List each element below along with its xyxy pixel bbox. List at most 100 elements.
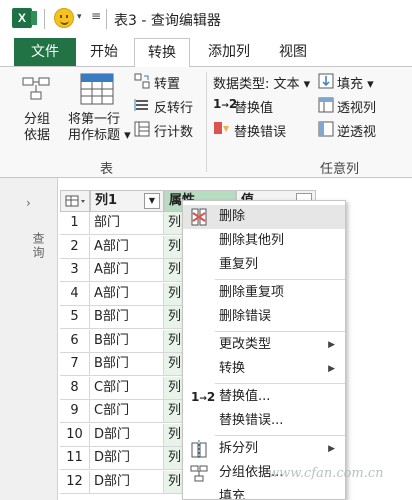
row-number-cell[interactable]: 6 [60, 330, 90, 353]
replace-errors-icon [214, 122, 229, 134]
pivot-column-button[interactable]: 透视列 [337, 97, 376, 116]
menu-item-delete-other-columns[interactable]: 删除其他列 [183, 229, 345, 253]
menu-label-remove-errors: 删除错误 [219, 309, 272, 324]
row-number-cell[interactable]: 8 [60, 377, 90, 400]
menu-separator [215, 331, 345, 332]
tab-view[interactable]: 视图 [268, 38, 318, 66]
col1-cell[interactable]: B部门 [90, 306, 164, 329]
menu-item-remove-duplicates[interactable]: 删除重复项 [183, 281, 345, 305]
menu-label-delete-others: 删除其他列 [219, 233, 285, 248]
menu-item-duplicate-column[interactable]: 重复列 [183, 253, 345, 277]
menu-label-remove-duplicates: 删除重复项 [219, 285, 285, 300]
menu-label-replace-errors: 替换错误... [219, 413, 284, 428]
expand-navigator-chevron-icon[interactable]: › [26, 196, 31, 210]
first-row-label-line2: 用作标题 ▾ [68, 128, 131, 143]
col1-cell[interactable]: B部门 [90, 330, 164, 353]
smiley-feedback-icon[interactable] [54, 8, 74, 28]
group-label-any-column: 任意列 [320, 162, 360, 177]
watermark: www.cfan.com.cn [268, 466, 384, 481]
group-by-icon [22, 77, 50, 100]
group-by-label-line2: 依据 [24, 128, 51, 143]
excel-app-icon[interactable]: X [12, 8, 37, 28]
group-by-label-line1: 分组 [24, 112, 51, 127]
menu-item-fill[interactable]: 填充 [183, 485, 345, 500]
menu-item-delete[interactable]: 删除 [183, 205, 345, 229]
menu-label-transform: 转换 [219, 361, 246, 376]
submenu-arrow-icon: ▶ [328, 340, 335, 350]
row-number-cell[interactable]: 4 [60, 283, 90, 306]
tab-transform[interactable]: 转换 [134, 38, 190, 67]
col1-cell[interactable]: A部门 [90, 259, 164, 282]
col1-cell[interactable]: A部门 [90, 283, 164, 306]
table-corner-menu[interactable] [60, 190, 90, 212]
col1-cell[interactable]: B部门 [90, 353, 164, 376]
queries-navigator-pane[interactable] [0, 178, 58, 500]
group-by-button[interactable]: 分组 依据 [24, 112, 50, 144]
menu-separator [215, 279, 345, 280]
col1-cell[interactable]: C部门 [90, 377, 164, 400]
first-row-label-line1: 将第一行 [68, 112, 121, 127]
first-row-header-icon [80, 73, 114, 105]
col1-cell[interactable]: D部门 [90, 424, 164, 447]
row-number-cell[interactable]: 9 [60, 400, 90, 423]
menu-label-split-column: 拆分列 [219, 441, 259, 456]
col1-cell[interactable]: 部门 [90, 212, 164, 235]
replace-errors-button[interactable]: 替换错误 [234, 121, 286, 140]
col1-cell[interactable]: C部门 [90, 400, 164, 423]
col1-cell[interactable]: D部门 [90, 471, 164, 494]
menu-separator [215, 383, 345, 384]
count-rows-button[interactable]: 行计数 [154, 121, 193, 140]
menu-item-remove-errors[interactable]: 删除错误 [183, 305, 345, 329]
reverse-rows-button[interactable]: 反转行 [154, 97, 193, 116]
row-number-cell[interactable]: 2 [60, 236, 90, 259]
fill-icon [318, 73, 334, 89]
tab-home[interactable]: 开始 [80, 38, 128, 66]
menu-item-change-type[interactable]: 更改类型 ▶ [183, 333, 345, 357]
col1-header-label: 列1 [95, 193, 118, 208]
submenu-arrow-icon: ▶ [328, 364, 335, 374]
menu-label-fill: 填充 [219, 489, 246, 500]
submenu-arrow-icon: ▶ [328, 444, 335, 454]
menu-item-split-column[interactable]: 拆分列 ▶ [183, 437, 345, 461]
menu-item-replace-errors[interactable]: 替换错误... [183, 409, 345, 433]
unpivot-button[interactable]: 逆透视 [337, 121, 376, 140]
delete-column-icon [191, 208, 207, 226]
fill-button[interactable]: 填充 ▾ [337, 73, 374, 92]
row-number-cell[interactable]: 7 [60, 353, 90, 376]
count-rows-icon [134, 121, 150, 137]
col1-cell[interactable]: D部门 [90, 447, 164, 470]
smiley-dropdown-caret-icon[interactable]: ▾ [77, 12, 82, 22]
transpose-button[interactable]: 转置 [154, 73, 180, 92]
row-number-cell[interactable]: 5 [60, 306, 90, 329]
row-number-cell[interactable]: 1 [60, 212, 90, 235]
menu-separator [215, 435, 345, 436]
column-header-col1[interactable]: 列1 ▼ [90, 190, 164, 212]
menu-label-change-type: 更改类型 [219, 337, 272, 352]
col1-filter-dropdown-icon[interactable]: ▼ [144, 193, 160, 209]
menu-label-delete: 删除 [219, 209, 246, 224]
replace-values-button[interactable]: 替换值 [234, 97, 273, 116]
title-separator [106, 9, 107, 29]
menu-item-transform[interactable]: 转换 ▶ [183, 357, 345, 381]
pivot-column-icon [318, 97, 334, 113]
col1-cell[interactable]: A部门 [90, 236, 164, 259]
transpose-icon [134, 73, 150, 89]
quick-access-menu-icon[interactable]: ≡ [91, 9, 101, 23]
data-type-dropdown[interactable]: 数据类型: 文本 ▾ [213, 73, 310, 92]
reverse-rows-icon [134, 99, 148, 111]
use-first-row-as-headers-button[interactable]: 将第一行 用作标题 ▾ [68, 112, 131, 144]
row-number-cell[interactable]: 3 [60, 259, 90, 282]
row-number-cell[interactable]: 10 [60, 424, 90, 447]
unpivot-icon [318, 121, 334, 137]
group-by-menu-icon [190, 465, 208, 482]
column-context-menu: 删除 删除其他列 重复列 删除重复项 删除错误 更改类型 ▶ 转换 ▶ 1→2 替换… [182, 200, 346, 500]
menu-label-replace-values: 替换值... [219, 389, 271, 404]
row-number-cell[interactable]: 11 [60, 447, 90, 470]
menu-item-replace-values[interactable]: 1→2 替换值... [183, 385, 345, 409]
title-bar: X ▾ ≡ 表3 - 查询编辑器 [0, 0, 412, 38]
replace-values-menu-icon: 1→2 [191, 390, 216, 404]
quick-access-separator [44, 9, 45, 29]
tab-file[interactable]: 文件 [14, 38, 76, 66]
tab-add-column[interactable]: 添加列 [196, 38, 262, 66]
row-number-cell[interactable]: 12 [60, 471, 90, 494]
